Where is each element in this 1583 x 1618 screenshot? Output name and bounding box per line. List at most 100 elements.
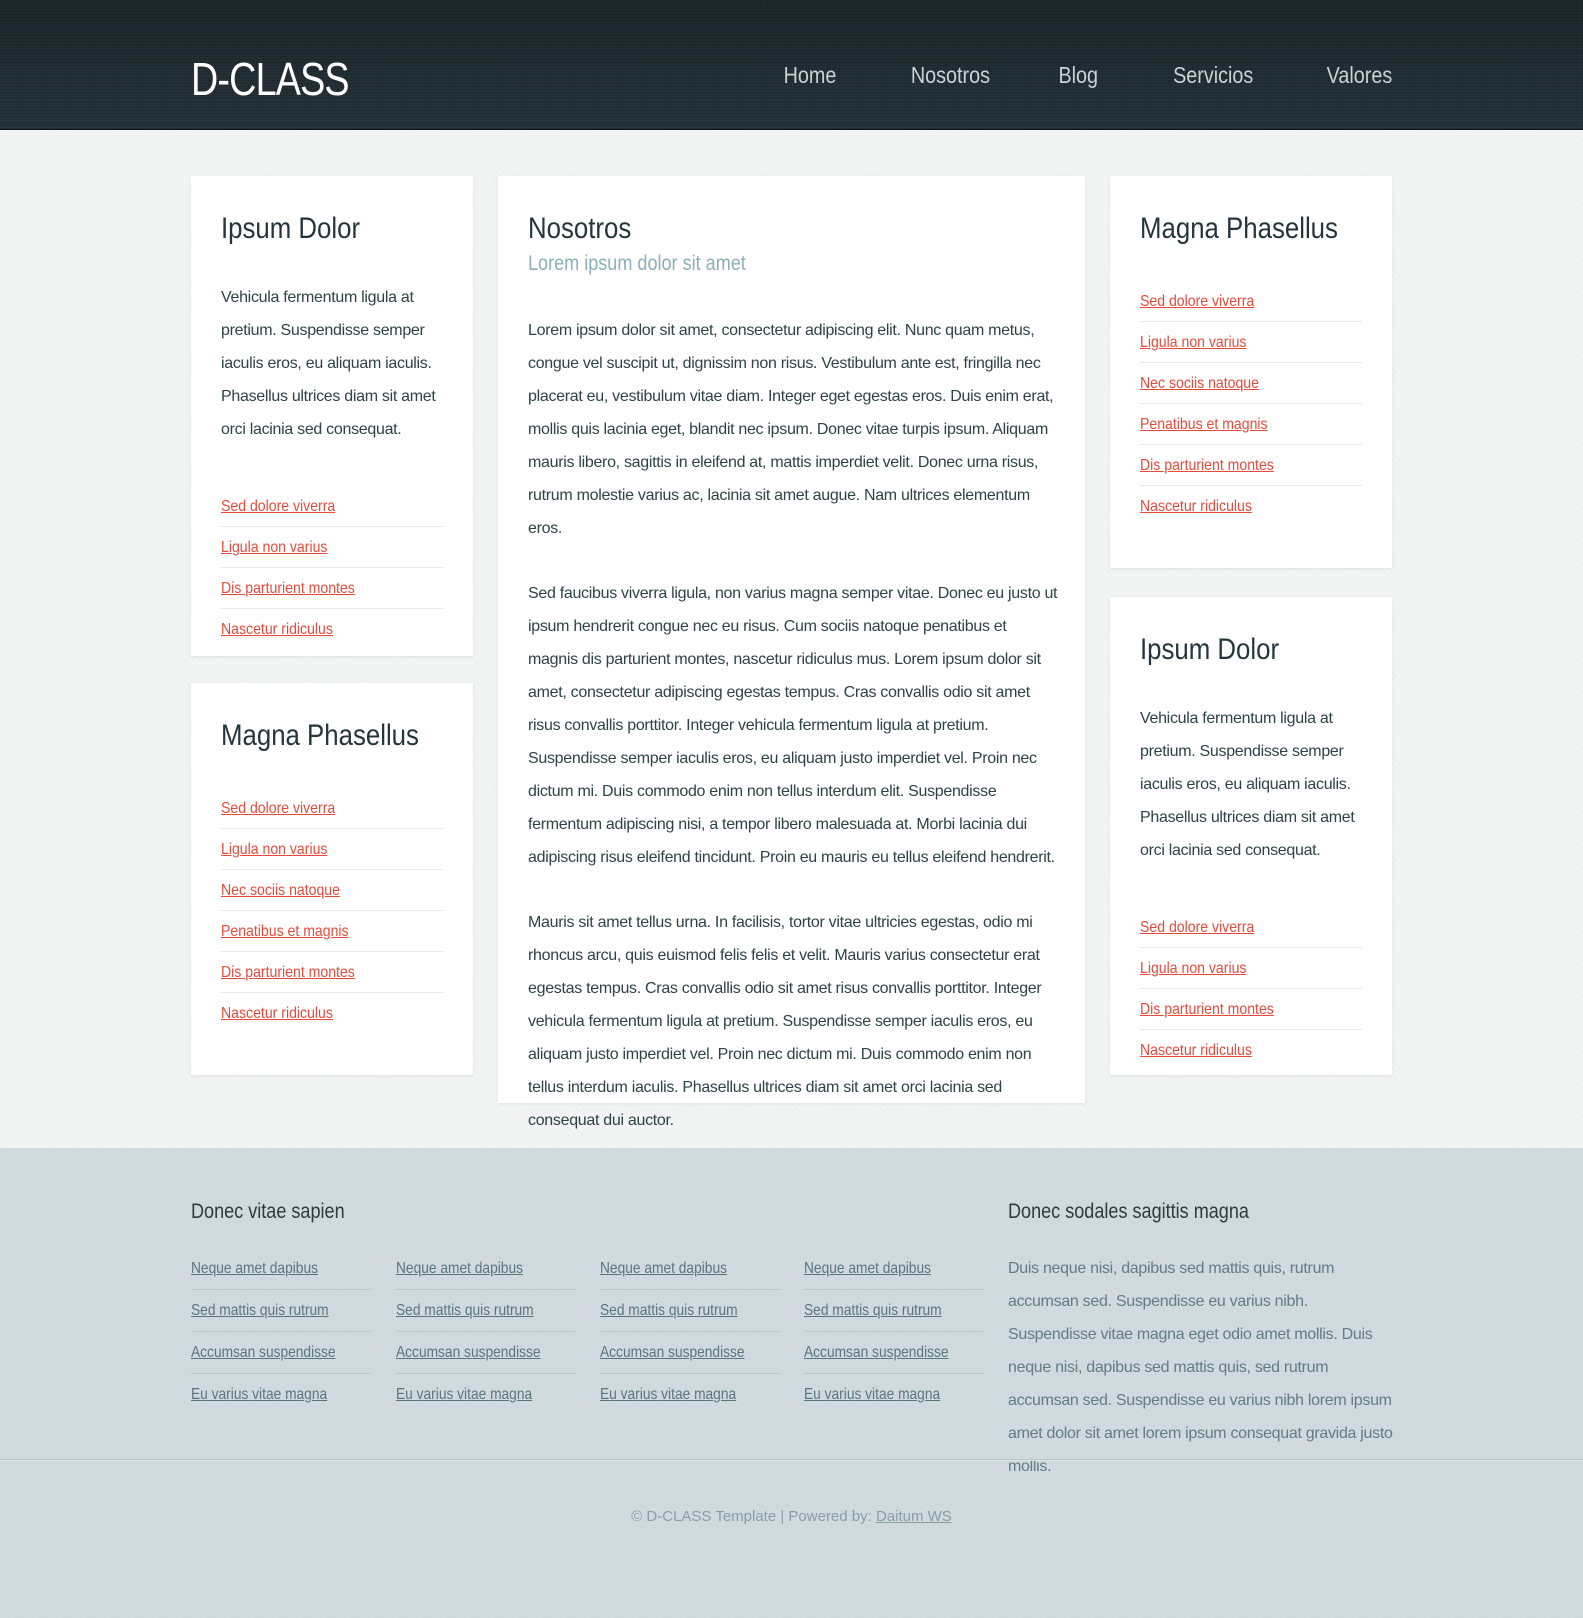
list-item: Sed dolore viverra: [1140, 907, 1362, 948]
list-item: Nascetur ridiculus: [1140, 1030, 1362, 1071]
footer-link-column: Neque amet dapibus Sed mattis quis rutru…: [600, 1248, 780, 1416]
list-item: Dis parturient montes: [221, 952, 443, 993]
card-link[interactable]: Ligula non varius: [1140, 948, 1246, 989]
sidebar-card-magna-phasellus: Magna Phasellus Sed dolore viverra Ligul…: [191, 683, 473, 1075]
list-item: Nascetur ridiculus: [221, 609, 443, 650]
copyright-text: © D-CLASS Template | Powered by:: [631, 1508, 872, 1525]
card-link[interactable]: Nascetur ridiculus: [1140, 486, 1252, 527]
card-link[interactable]: Sed dolore viverra: [221, 486, 335, 527]
card-link[interactable]: Penatibus et magnis: [221, 911, 349, 952]
list-item: Sed mattis quis rutrum: [600, 1290, 780, 1332]
card-link[interactable]: Ligula non varius: [221, 527, 327, 568]
list-item: Neque amet dapibus: [191, 1248, 371, 1290]
footer-link[interactable]: Neque amet dapibus: [191, 1248, 318, 1290]
nav-home[interactable]: Home: [784, 62, 837, 89]
list-item: Neque amet dapibus: [804, 1248, 984, 1290]
card-link[interactable]: Nascetur ridiculus: [221, 993, 333, 1034]
footer-link[interactable]: Accumsan suspendisse: [396, 1332, 541, 1374]
card-link[interactable]: Sed dolore viverra: [1140, 281, 1254, 322]
article-paragraph: Lorem ipsum dolor sit amet, consectetur …: [528, 322, 1054, 537]
footer-link-column: Neque amet dapibus Sed mattis quis rutru…: [804, 1248, 984, 1416]
footer-link-column: Neque amet dapibus Sed mattis quis rutru…: [396, 1248, 576, 1416]
list-item: Eu varius vitae magna: [396, 1374, 576, 1416]
list-item: Accumsan suspendisse: [191, 1332, 371, 1374]
list-item: Sed mattis quis rutrum: [804, 1290, 984, 1332]
card-link[interactable]: Nec sociis natoque: [1140, 363, 1259, 404]
list-item: Sed mattis quis rutrum: [396, 1290, 576, 1332]
list-item: Eu varius vitae magna: [191, 1374, 371, 1416]
card-link[interactable]: Sed dolore viverra: [221, 788, 335, 829]
footer-link[interactable]: Neque amet dapibus: [396, 1248, 523, 1290]
list-item: Dis parturient montes: [221, 568, 443, 609]
list-item: Eu varius vitae magna: [600, 1374, 780, 1416]
card-title: Magna Phasellus: [221, 719, 419, 752]
article-title: Nosotros: [528, 212, 632, 245]
card-title: Magna Phasellus: [1140, 212, 1338, 245]
list-item: Ligula non varius: [221, 527, 443, 568]
footer-link[interactable]: Accumsan suspendisse: [191, 1332, 336, 1374]
sidebar-card-ipsum-dolor-right: Ipsum Dolor Vehicula fermentum ligula at…: [1110, 597, 1392, 1075]
footer-link[interactable]: Sed mattis quis rutrum: [191, 1290, 329, 1332]
list-item: Nec sociis natoque: [221, 870, 443, 911]
site-header: D-CLASS Home Nosotros Blog Servicios Val…: [0, 0, 1583, 130]
footer-link[interactable]: Accumsan suspendisse: [600, 1332, 745, 1374]
footer-divider: [0, 1459, 1583, 1461]
footer-link[interactable]: Neque amet dapibus: [600, 1248, 727, 1290]
card-link[interactable]: Dis parturient montes: [1140, 445, 1274, 486]
card-link[interactable]: Nascetur ridiculus: [1140, 1030, 1252, 1071]
list-item: Sed dolore viverra: [1140, 281, 1362, 322]
site-logo[interactable]: D-CLASS: [191, 52, 350, 106]
card-link[interactable]: Dis parturient montes: [221, 568, 355, 609]
footer-link[interactable]: Eu varius vitae magna: [396, 1374, 532, 1416]
article-subtitle: Lorem ipsum dolor sit amet: [528, 252, 746, 275]
list-item: Penatibus et magnis: [1140, 404, 1362, 445]
footer-link[interactable]: Sed mattis quis rutrum: [804, 1290, 942, 1332]
footer-link[interactable]: Sed mattis quis rutrum: [396, 1290, 534, 1332]
card-link[interactable]: Sed dolore viverra: [1140, 907, 1254, 948]
list-item: Nascetur ridiculus: [221, 993, 443, 1034]
card-link-list: Sed dolore viverra Ligula non varius Dis…: [221, 486, 443, 650]
main-nav: Home Nosotros Blog Servicios Valores: [713, 62, 1392, 89]
list-item: Ligula non varius: [1140, 948, 1362, 989]
footer-about-title: Donec sodales sagittis magna: [1008, 1200, 1249, 1223]
card-link[interactable]: Nascetur ridiculus: [221, 609, 333, 650]
footer-link[interactable]: Eu varius vitae magna: [600, 1374, 736, 1416]
list-item: Nec sociis natoque: [1140, 363, 1362, 404]
site-footer: Donec vitae sapien Donec sodales sagitti…: [0, 1148, 1583, 1618]
card-text: Vehicula fermentum ligula at pretium. Su…: [221, 289, 436, 438]
card-link-list: Sed dolore viverra Ligula non varius Nec…: [1140, 281, 1362, 527]
nav-servicios[interactable]: Servicios: [1173, 62, 1253, 89]
footer-links-title: Donec vitae sapien: [191, 1200, 345, 1223]
footer-link[interactable]: Eu varius vitae magna: [191, 1374, 327, 1416]
card-link-list: Sed dolore viverra Ligula non varius Nec…: [221, 788, 443, 1034]
footer-link[interactable]: Neque amet dapibus: [804, 1248, 931, 1290]
list-item: Eu varius vitae magna: [804, 1374, 984, 1416]
footer-link[interactable]: Accumsan suspendisse: [804, 1332, 949, 1374]
nav-valores[interactable]: Valores: [1326, 62, 1392, 89]
card-link[interactable]: Ligula non varius: [1140, 322, 1246, 363]
list-item: Penatibus et magnis: [221, 911, 443, 952]
list-item: Dis parturient montes: [1140, 989, 1362, 1030]
footer-link[interactable]: Eu varius vitae magna: [804, 1374, 940, 1416]
article-paragraph: Sed faucibus viverra ligula, non varius …: [528, 585, 1058, 866]
card-link[interactable]: Ligula non varius: [221, 829, 327, 870]
list-item: Sed dolore viverra: [221, 788, 443, 829]
card-link[interactable]: Dis parturient montes: [1140, 989, 1274, 1030]
powered-by-link[interactable]: Daitum WS: [876, 1508, 952, 1525]
nav-blog[interactable]: Blog: [1059, 62, 1099, 89]
card-link-list: Sed dolore viverra Ligula non varius Dis…: [1140, 907, 1362, 1071]
footer-link-column: Neque amet dapibus Sed mattis quis rutru…: [191, 1248, 371, 1416]
sidebar-card-magna-phasellus-right: Magna Phasellus Sed dolore viverra Ligul…: [1110, 176, 1392, 568]
main-content: Ipsum Dolor Vehicula fermentum ligula at…: [0, 130, 1583, 1148]
card-link[interactable]: Penatibus et magnis: [1140, 404, 1268, 445]
sidebar-card-ipsum-dolor: Ipsum Dolor Vehicula fermentum ligula at…: [191, 176, 473, 656]
card-link[interactable]: Nec sociis natoque: [221, 870, 340, 911]
card-text: Vehicula fermentum ligula at pretium. Su…: [1140, 710, 1355, 859]
list-item: Neque amet dapibus: [396, 1248, 576, 1290]
footer-link[interactable]: Sed mattis quis rutrum: [600, 1290, 738, 1332]
card-link[interactable]: Dis parturient montes: [221, 952, 355, 993]
article-card-nosotros: Nosotros Lorem ipsum dolor sit amet Lore…: [498, 176, 1085, 1129]
list-item: Sed mattis quis rutrum: [191, 1290, 371, 1332]
footer-about-text: Duis neque nisi, dapibus sed mattis quis…: [1008, 1260, 1393, 1475]
nav-nosotros[interactable]: Nosotros: [911, 62, 990, 89]
